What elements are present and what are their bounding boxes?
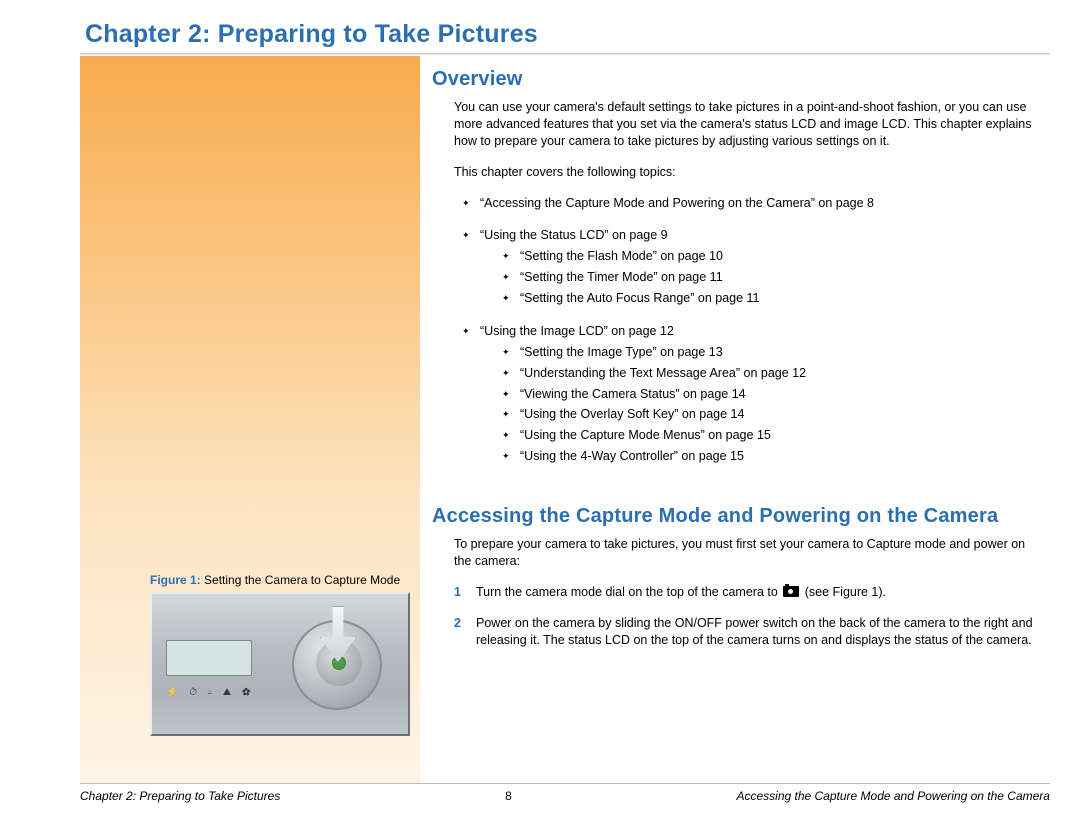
subtopic-item: “Using the 4-Way Controller” on page 15 [502, 448, 1038, 465]
step-number: 1 [454, 584, 461, 601]
subtopic-item: “Using the Overlay Soft Key” on page 14 [502, 406, 1038, 423]
step-text-after: (see Figure 1). [801, 585, 886, 599]
main-content: Overview You can use your camera's defau… [432, 60, 1038, 662]
camera-status-lcd [166, 640, 252, 676]
figure-1: Figure 1: Setting the Camera to Capture … [150, 572, 410, 736]
heading-overview: Overview [432, 66, 1038, 93]
camera-icon [783, 586, 799, 597]
page: Chapter 2: Preparing to Take Pictures Fi… [0, 0, 1080, 834]
steps-list: 1 Turn the camera mode dial on the top o… [454, 584, 1038, 649]
subtopic-item: “Setting the Auto Focus Range” on page 1… [502, 290, 1038, 307]
subtopic-item: “Understanding the Text Message Area” on… [502, 365, 1038, 382]
subtopic-item: “Setting the Flash Mode” on page 10 [502, 248, 1038, 265]
topics-list: “Using the Image LCD” on page 12 “Settin… [462, 323, 1038, 465]
figure-caption: Figure 1: Setting the Camera to Capture … [150, 572, 410, 588]
footer-page-number: 8 [505, 788, 512, 804]
figure-image: ⚡ ⏱ ▵ ⛰ ✿ [150, 592, 410, 736]
topic-item: “Using the Status LCD” on page 9 “Settin… [462, 227, 1038, 307]
topic-item: “Accessing the Capture Mode and Powering… [462, 195, 1038, 212]
page-footer: Chapter 2: Preparing to Take Pictures 8 … [80, 783, 1050, 804]
footer-left: Chapter 2: Preparing to Take Pictures [80, 788, 280, 804]
step-text: Power on the camera by sliding the ON/OF… [476, 616, 1033, 647]
topic-text: “Using the Status LCD” on page 9 [480, 228, 668, 242]
subtopic-item: “Setting the Timer Mode” on page 11 [502, 269, 1038, 286]
title-separator [80, 53, 1050, 55]
subtopics-list: “Setting the Flash Mode” on page 10 “Set… [502, 248, 1038, 307]
subtopic-item: “Viewing the Camera Status” on page 14 [502, 386, 1038, 403]
step-text-before: Turn the camera mode dial on the top of … [476, 585, 781, 599]
step-item: 1 Turn the camera mode dial on the top o… [454, 584, 1038, 601]
footer-right: Accessing the Capture Mode and Powering … [736, 788, 1050, 804]
subtopics-list: “Setting the Image Type” on page 13 “Und… [502, 344, 1038, 465]
figure-label: Figure 1: [150, 573, 201, 587]
heading-accessing: Accessing the Capture Mode and Powering … [432, 503, 1038, 530]
subtopic-item: “Using the Capture Mode Menus” on page 1… [502, 427, 1038, 444]
chapter-title: Chapter 2: Preparing to Take Pictures [85, 18, 538, 52]
camera-icon-row: ⚡ ⏱ ▵ ⛰ ✿ [166, 686, 254, 700]
overview-topics-lead: This chapter covers the following topics… [454, 164, 1038, 181]
topics-list: “Using the Status LCD” on page 9 “Settin… [462, 227, 1038, 307]
accessing-intro: To prepare your camera to take pictures,… [454, 536, 1038, 570]
subtopic-item: “Setting the Image Type” on page 13 [502, 344, 1038, 361]
overview-intro: You can use your camera's default settin… [454, 99, 1038, 150]
step-number: 2 [454, 615, 461, 632]
topic-text: “Using the Image LCD” on page 12 [480, 324, 674, 338]
step-item: 2 Power on the camera by sliding the ON/… [454, 615, 1038, 649]
topic-text: “Accessing the Capture Mode and Powering… [480, 196, 874, 210]
figure-caption-text: Setting the Camera to Capture Mode [204, 573, 400, 587]
topics-list: “Accessing the Capture Mode and Powering… [462, 195, 1038, 212]
topic-item: “Using the Image LCD” on page 12 “Settin… [462, 323, 1038, 465]
